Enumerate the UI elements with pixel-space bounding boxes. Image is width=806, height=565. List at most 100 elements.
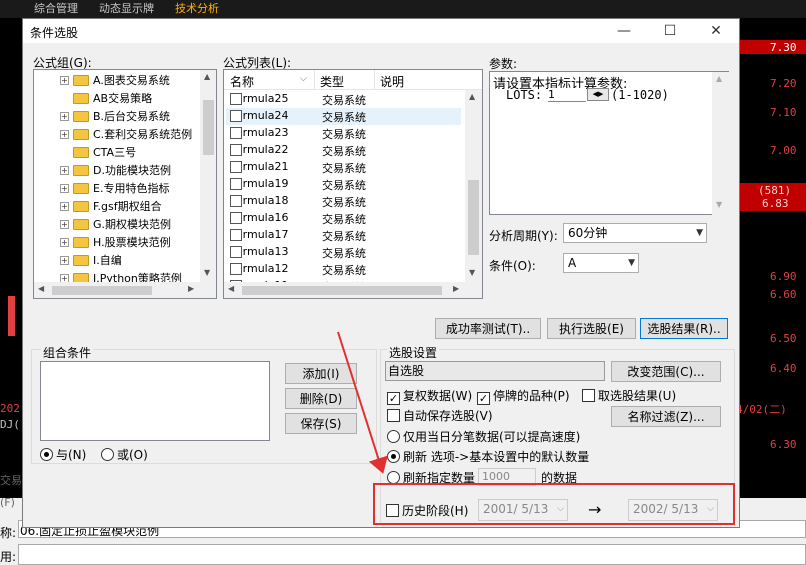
price-label: 6.50: [770, 332, 797, 345]
use-input[interactable]: [18, 544, 806, 565]
expand-icon[interactable]: +: [60, 111, 69, 121]
tree-item[interactable]: AB交易策略: [60, 89, 152, 107]
price-label: 6.30: [770, 438, 797, 451]
col-header-desc[interactable]: 说明: [380, 73, 404, 90]
radio-and[interactable]: 与(N): [40, 446, 86, 463]
change-range-button[interactable]: 改变范围(C)...: [611, 361, 721, 382]
period-value: 60分钟: [568, 226, 608, 240]
table-row[interactable]: Formula17 交易系统: [226, 227, 461, 244]
tree-item[interactable]: + B.后台交易系统: [60, 107, 170, 125]
top-tab-3[interactable]: 技术分析: [175, 0, 219, 15]
execute-button[interactable]: 执行选股(E): [547, 318, 636, 339]
expand-icon[interactable]: +: [60, 129, 69, 139]
price-label: 6.90: [770, 270, 797, 283]
chevron-down-icon: ▼: [628, 258, 635, 268]
table-row[interactable]: Formula21 交易系统: [226, 159, 461, 176]
table-row[interactable]: Formula18 交易系统: [226, 193, 461, 210]
minimize-icon[interactable]: —: [601, 19, 647, 43]
formula-name-cell: Formula17: [230, 228, 288, 241]
params-scrollbar[interactable]: ▲ ▼: [712, 72, 729, 215]
table-row[interactable]: Formula12 交易系统: [226, 261, 461, 278]
radio-today-only[interactable]: 仅用当日分笔数据(可以提高速度): [387, 428, 580, 445]
formula-type-cell: 交易系统: [322, 213, 366, 226]
expand-icon[interactable]: +: [60, 201, 69, 211]
formula-doc-icon: [230, 246, 242, 258]
folder-icon: [73, 164, 89, 176]
radio-or-label: 或(O): [117, 448, 148, 462]
top-tab-2[interactable]: 动态显示牌: [99, 0, 154, 15]
success-test-button[interactable]: 成功率测试(T)..: [435, 318, 541, 339]
price-label: 6.40: [770, 362, 797, 375]
formula-group-tree[interactable]: + A.图表交易系统 AB交易策略 + B.后台交易系统 + C.套利交易系统范例 CTA三号…: [33, 69, 217, 299]
radio-refresh-default[interactable]: 刷新 选项->基本设置中的默认数量: [387, 448, 589, 465]
results-button[interactable]: 选股结果(R)..: [640, 318, 728, 339]
table-row[interactable]: Formula22 交易系统: [226, 142, 461, 159]
formula-name-cell: Formula13: [230, 245, 288, 258]
formula-name-cell: Formula24: [230, 109, 288, 122]
tree-hscrollbar[interactable]: ◀ ▶: [34, 282, 216, 298]
radio-today-label: 仅用当日分笔数据(可以提高速度): [403, 430, 581, 444]
params-label: 参数:: [489, 57, 518, 71]
formula-doc-icon: [230, 161, 242, 173]
expand-icon[interactable]: +: [60, 75, 69, 85]
folder-icon: [73, 236, 89, 248]
tree-scrollbar[interactable]: ▲ ▼: [200, 70, 216, 283]
target-field[interactable]: 自选股: [385, 361, 605, 381]
suspended-checkbox[interactable]: ✓ 停牌的品种(P): [477, 387, 570, 405]
table-row[interactable]: Formula19 交易系统: [226, 176, 461, 193]
price-label: 6.83: [762, 197, 789, 210]
close-icon[interactable]: ✕: [693, 19, 739, 43]
expand-icon[interactable]: +: [60, 255, 69, 265]
maximize-icon[interactable]: ☐: [647, 19, 693, 43]
condition-value: A: [568, 256, 577, 270]
param-spin-icon[interactable]: ◀▶: [587, 88, 609, 101]
col-header-name[interactable]: 名称: [230, 73, 254, 90]
use-label: 用:: [0, 550, 17, 564]
combo-condition-list[interactable]: [40, 361, 270, 441]
annotation-highlight-box: [373, 483, 735, 525]
formula-list[interactable]: 名称 ⌵ 类型 说明 Formula25 交易系统 Formula24 交易系统 For…: [223, 69, 483, 299]
table-row[interactable]: Formula23 交易系统: [226, 125, 461, 142]
tree-item-label: CTA三号: [93, 146, 137, 159]
expand-icon[interactable]: +: [60, 237, 69, 247]
name-filter-button[interactable]: 名称过滤(Z)...: [611, 406, 721, 427]
tree-item[interactable]: + G.期权模块范例: [60, 215, 171, 233]
tree-item[interactable]: + E.专用特色指标: [60, 179, 169, 197]
tree-item[interactable]: CTA三号: [60, 143, 136, 161]
folder-icon: [73, 182, 89, 194]
formula-type-cell: 交易系统: [322, 145, 366, 158]
param-input[interactable]: 1: [548, 88, 586, 102]
expand-icon[interactable]: +: [60, 165, 69, 175]
tree-item-label: C.套利交易系统范例: [93, 128, 193, 141]
expand-icon[interactable]: +: [60, 183, 69, 193]
tree-item[interactable]: + A.图表交易系统: [60, 71, 170, 89]
tree-item[interactable]: + F.gsf期权组合: [60, 197, 162, 215]
tree-item[interactable]: + H.股票模块范例: [60, 233, 171, 251]
formula-doc-icon: [230, 263, 242, 275]
folder-icon: [73, 92, 89, 104]
tree-item[interactable]: + C.套利交易系统范例: [60, 125, 192, 143]
tree-item-label: AB交易策略: [93, 92, 153, 105]
col-header-type[interactable]: 类型: [320, 73, 344, 90]
take-results-checkbox[interactable]: 取选股结果(U): [582, 387, 676, 404]
table-row[interactable]: Formula24 交易系统: [226, 108, 461, 125]
radio-or[interactable]: 或(O): [101, 446, 148, 463]
dialog-titlebar: 条件选股 — ☐ ✕: [23, 19, 739, 43]
list-hscrollbar[interactable]: ◀ ▶: [224, 282, 482, 298]
table-row[interactable]: Formula25 交易系统: [226, 91, 461, 108]
formula-type-cell: 交易系统: [322, 94, 366, 107]
list-scrollbar[interactable]: ▲ ▼: [465, 90, 482, 283]
folder-icon: [73, 254, 89, 266]
formula-doc-icon: [230, 195, 242, 207]
auto-save-checkbox[interactable]: 自动保存选股(V): [387, 407, 493, 424]
top-tab-1[interactable]: 综合管理: [34, 0, 78, 15]
expand-icon[interactable]: +: [60, 219, 69, 229]
tree-item[interactable]: + I.自编: [60, 251, 122, 269]
table-row[interactable]: Formula16 交易系统: [226, 210, 461, 227]
tree-item[interactable]: + D.功能模块范例: [60, 161, 171, 179]
table-row[interactable]: Formula13 交易系统: [226, 244, 461, 261]
chart-left-area: 202 DJ(: [0, 18, 22, 508]
condition-select[interactable]: A ▼: [563, 253, 639, 273]
period-select[interactable]: 60分钟 ▼: [563, 223, 707, 243]
param-range: (1-1020): [611, 88, 669, 102]
